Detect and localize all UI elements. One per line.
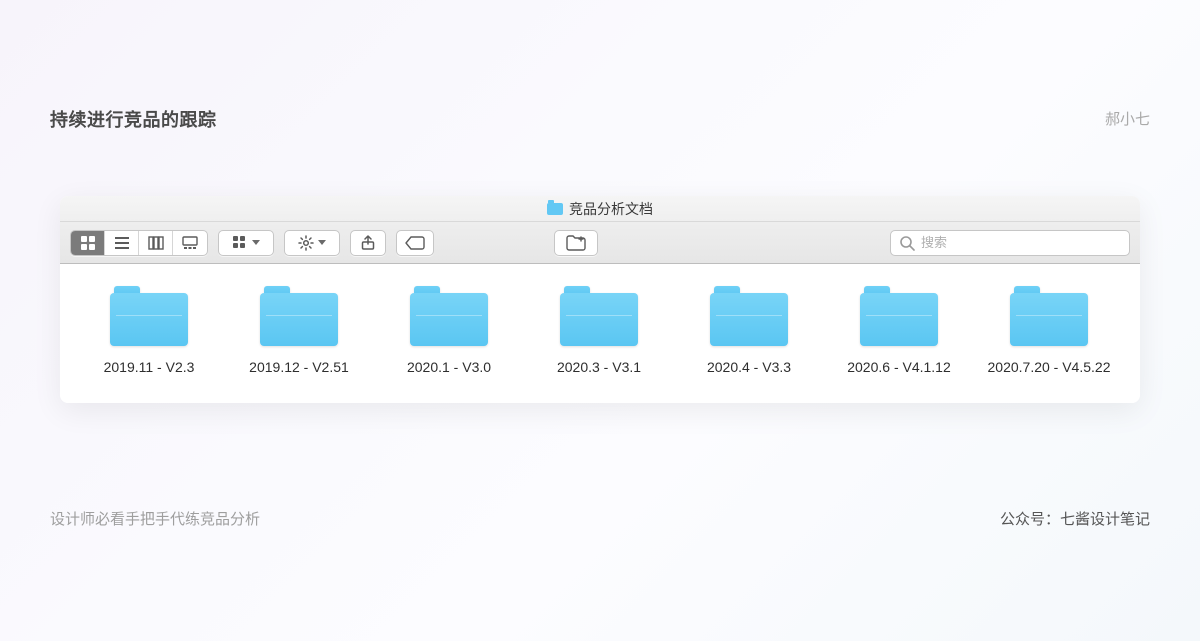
folder-label: 2020.1 - V3.0	[407, 358, 491, 377]
folder-item[interactable]: 2020.6 - V4.1.12	[824, 286, 974, 377]
folder-item[interactable]: 2020.3 - V3.1	[524, 286, 674, 377]
folder-icon	[1010, 286, 1088, 346]
folder-item[interactable]: 2020.1 - V3.0	[374, 286, 524, 377]
page-footer-left: 设计师必看手把手代练竞品分析	[50, 508, 260, 529]
folder-icon	[110, 286, 188, 346]
window-title: 竞品分析文档	[569, 199, 653, 219]
columns-icon	[148, 235, 164, 251]
folder-label: 2020.7.20 - V4.5.22	[988, 358, 1111, 377]
folder-icon	[547, 203, 563, 215]
view-mode-segment	[70, 230, 208, 256]
gear-icon	[298, 235, 314, 251]
column-view-button[interactable]	[139, 231, 173, 255]
share-button[interactable]	[350, 230, 386, 256]
folder-icon	[560, 286, 638, 346]
tag-icon	[405, 236, 425, 250]
gallery-icon	[182, 235, 198, 251]
folder-label: 2020.3 - V3.1	[557, 358, 641, 377]
folder-icon	[410, 286, 488, 346]
tags-button[interactable]	[396, 230, 434, 256]
finder-title-bar: 竞品分析文档	[60, 196, 1140, 222]
finder-window: 竞品分析文档	[60, 196, 1140, 403]
folder-plus-icon	[566, 235, 586, 251]
icon-view-button[interactable]	[71, 231, 105, 255]
new-folder-button[interactable]	[554, 230, 598, 256]
page-title: 持续进行竞品的跟踪	[50, 106, 217, 132]
chevron-down-icon	[318, 240, 326, 245]
search-input[interactable]	[921, 235, 1121, 250]
finder-toolbar	[60, 222, 1140, 264]
list-view-button[interactable]	[105, 231, 139, 255]
folder-item[interactable]: 2020.4 - V3.3	[674, 286, 824, 377]
page-footer-right: 公众号：七酱设计笔记	[1000, 508, 1150, 529]
folder-item[interactable]: 2019.12 - V2.51	[224, 286, 374, 377]
list-icon	[114, 235, 130, 251]
share-icon	[360, 235, 376, 251]
finder-content: 2019.11 - V2.3 2019.12 - V2.51 2020.1 - …	[60, 264, 1140, 403]
folder-label: 2019.11 - V2.3	[104, 358, 195, 377]
search-icon	[899, 235, 915, 251]
folder-label: 2020.6 - V4.1.12	[847, 358, 951, 377]
chevron-down-icon	[252, 240, 260, 245]
page-author: 郝小七	[1105, 108, 1150, 129]
gallery-view-button[interactable]	[173, 231, 207, 255]
folder-label: 2019.12 - V2.51	[249, 358, 349, 377]
grid-icon	[80, 235, 96, 251]
folder-icon	[260, 286, 338, 346]
group-icon	[232, 235, 248, 251]
folder-icon	[860, 286, 938, 346]
folder-item[interactable]: 2019.11 - V2.3	[74, 286, 224, 377]
folder-item[interactable]: 2020.7.20 - V4.5.22	[974, 286, 1124, 377]
folder-icon	[710, 286, 788, 346]
group-by-button[interactable]	[218, 230, 274, 256]
folder-label: 2020.4 - V3.3	[707, 358, 791, 377]
search-field[interactable]	[890, 230, 1130, 256]
action-menu-button[interactable]	[284, 230, 340, 256]
